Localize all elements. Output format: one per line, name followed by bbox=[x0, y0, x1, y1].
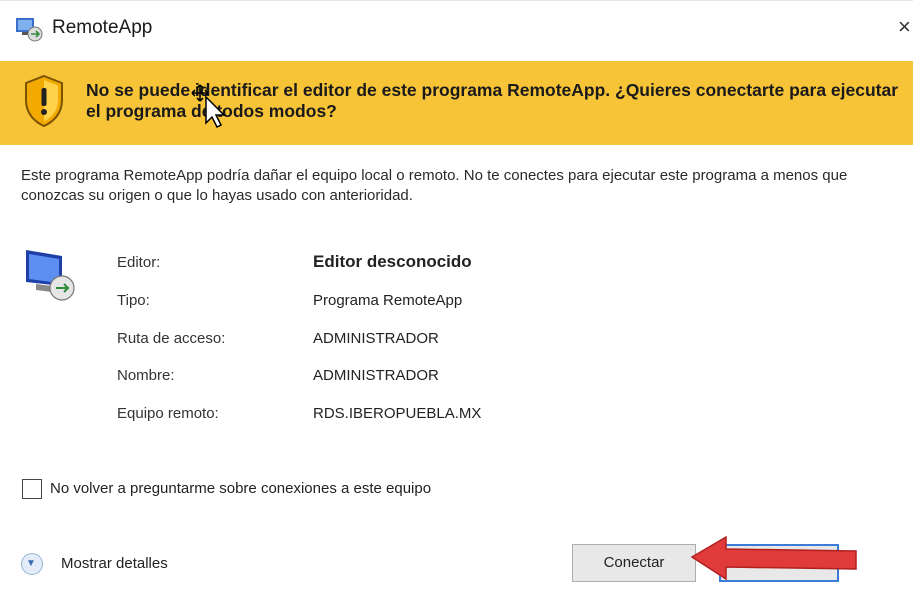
detail-value-ruta: ADMINISTRADOR bbox=[313, 330, 439, 347]
show-details-toggle[interactable]: ▼ bbox=[21, 553, 43, 575]
description-text: Este programa RemoteApp podría dañar el … bbox=[21, 167, 848, 204]
move-cursor-icon bbox=[191, 84, 226, 129]
chevron-down-icon: ▼ bbox=[26, 558, 36, 569]
warning-banner: No se puede identificar el editor de est… bbox=[0, 61, 913, 145]
detail-label-editor: Editor: bbox=[117, 254, 161, 271]
dont-ask-checkbox[interactable] bbox=[22, 479, 42, 499]
dont-ask-label[interactable]: No volver a preguntarme sobre conexiones… bbox=[50, 480, 431, 497]
show-details-label[interactable]: Mostrar detalles bbox=[61, 555, 168, 572]
detail-label-equipo: Equipo remoto: bbox=[117, 405, 219, 422]
connect-button[interactable]: Conectar bbox=[572, 544, 696, 582]
detail-value-tipo: Programa RemoteApp bbox=[313, 292, 463, 309]
detail-label-nombre: Nombre: bbox=[117, 367, 175, 384]
shield-warning-icon bbox=[25, 74, 63, 128]
detail-value-editor: Editor desconocido bbox=[313, 252, 472, 271]
detail-label-ruta: Ruta de acceso: bbox=[117, 330, 226, 347]
remoteapp-icon bbox=[16, 18, 43, 42]
close-icon[interactable]: × bbox=[898, 14, 911, 40]
red-annotation-arrow bbox=[690, 535, 857, 581]
window-title: RemoteApp bbox=[52, 17, 153, 38]
remote-monitor-icon bbox=[26, 250, 75, 301]
detail-value-nombre: ADMINISTRADOR bbox=[313, 367, 439, 384]
title-bar: RemoteApp × bbox=[0, 0, 913, 51]
detail-label-tipo: Tipo: bbox=[117, 292, 150, 309]
detail-value-equipo: RDS.IBEROPUEBLA.MX bbox=[313, 405, 482, 422]
